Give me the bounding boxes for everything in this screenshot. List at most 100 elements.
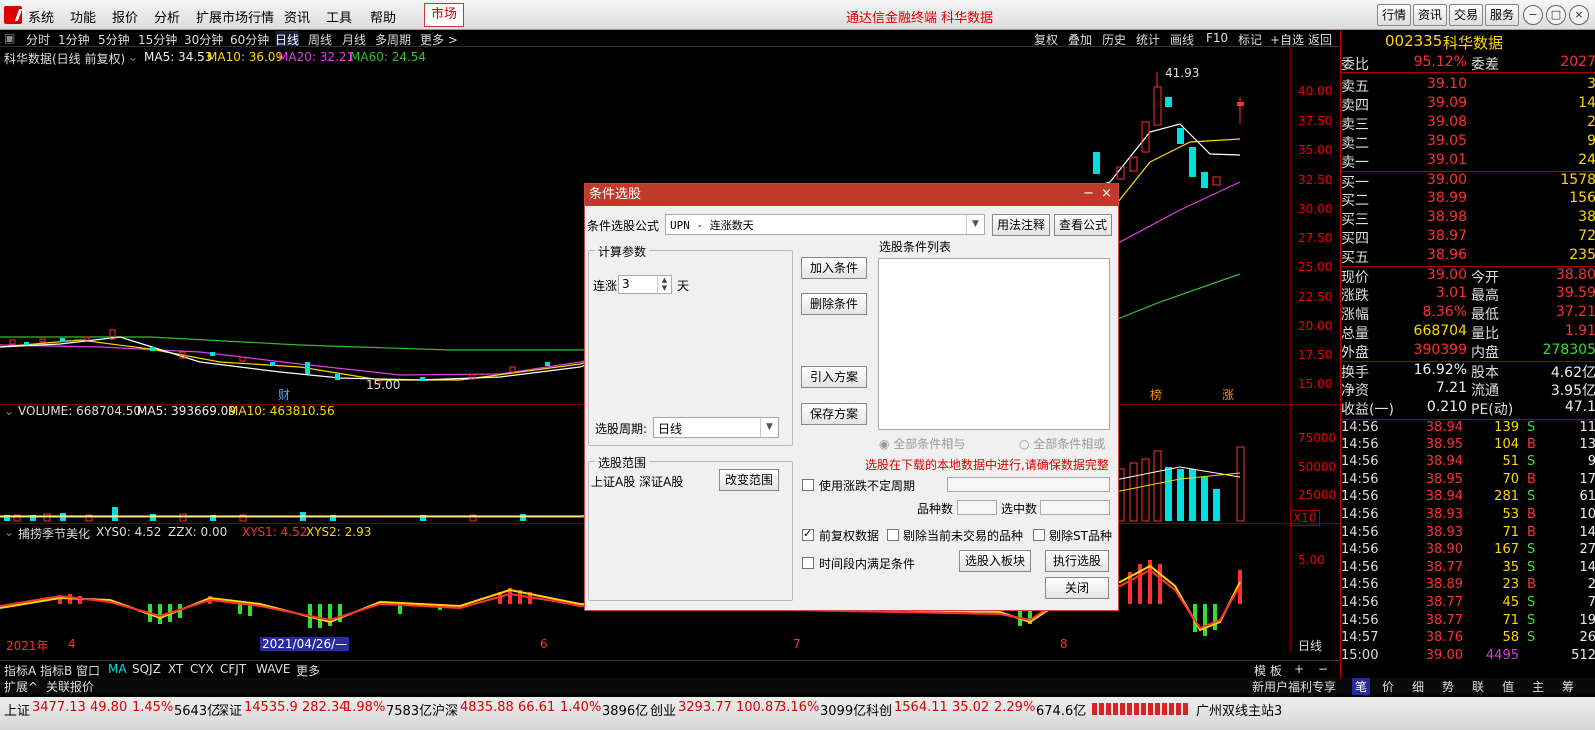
- buy-order-row[interactable]: 买二 38.99 156: [1341, 190, 1595, 209]
- tab-wave[interactable]: WAVE: [256, 662, 290, 676]
- quote-tab[interactable]: 值: [1502, 678, 1514, 695]
- add-condition-button[interactable]: 加入条件: [801, 257, 867, 279]
- buy-order-row[interactable]: 买四 38.97 72: [1341, 228, 1595, 247]
- tab-cyx[interactable]: CYX: [190, 662, 214, 676]
- tab-extend[interactable]: 扩展^: [4, 678, 38, 695]
- quote-tab[interactable]: 价: [1382, 678, 1394, 695]
- tab-indicator-a[interactable]: 指标A: [4, 662, 36, 679]
- menu-function[interactable]: 功能: [70, 7, 96, 26]
- period-range-field[interactable]: [947, 477, 1110, 492]
- radio-all-or[interactable]: ○ 全部条件相或: [1019, 435, 1105, 452]
- period-weekly[interactable]: 周线: [308, 31, 332, 48]
- sell-order-row[interactable]: 卖一 39.01 24: [1341, 152, 1595, 171]
- toolbar-back[interactable]: 返回: [1308, 31, 1332, 48]
- quote-tab[interactable]: 势: [1442, 678, 1454, 695]
- save-plan-button[interactable]: 保存方案: [801, 403, 867, 425]
- sell-order-row[interactable]: 卖三 39.08 2: [1341, 114, 1595, 133]
- quote-tab[interactable]: 联: [1472, 678, 1484, 695]
- new-user-link[interactable]: 新用户福利专享: [1252, 678, 1336, 695]
- maximize-icon[interactable]: □: [1546, 5, 1566, 25]
- menu-tools[interactable]: 工具: [326, 7, 352, 26]
- toolbar-history[interactable]: 历史: [1102, 31, 1126, 48]
- tab-sqjz[interactable]: SQJZ: [132, 662, 161, 676]
- close-icon[interactable]: ×: [1569, 5, 1589, 25]
- stepper-arrows-icon[interactable]: ▲ ▼: [657, 276, 671, 293]
- period-select[interactable]: 日线 ▼: [653, 417, 779, 438]
- indicator-options-icon[interactable]: ⌄: [4, 525, 14, 539]
- rank-marker[interactable]: 榜: [1150, 386, 1162, 403]
- execute-button[interactable]: 执行选股: [1045, 550, 1109, 572]
- quote-button[interactable]: 行情: [1377, 4, 1411, 26]
- buy-order-row[interactable]: 买五 38.96 235: [1341, 247, 1595, 266]
- exclude-checkbox[interactable]: [887, 529, 899, 541]
- info-button[interactable]: 资讯: [1413, 4, 1447, 26]
- change-range-button[interactable]: 改变范围: [719, 469, 779, 491]
- time-range-checkbox[interactable]: [802, 557, 814, 569]
- service-button[interactable]: 服务: [1485, 4, 1519, 26]
- toolbar-draw[interactable]: 画线: [1170, 31, 1194, 48]
- volume-options-icon[interactable]: ⌄: [4, 404, 14, 418]
- quote-tab[interactable]: 细: [1412, 678, 1424, 695]
- tab-more[interactable]: 更多: [296, 662, 320, 679]
- import-plan-button[interactable]: 引入方案: [801, 366, 867, 388]
- finance-marker[interactable]: 财: [278, 386, 290, 403]
- toolbar-stats[interactable]: 统计: [1136, 31, 1160, 48]
- radio-all-and[interactable]: ◉ 全部条件相与: [879, 435, 965, 452]
- tab-cfjt[interactable]: CFJT: [220, 662, 246, 676]
- period-daily[interactable]: 日线: [275, 31, 300, 48]
- fq-checkbox[interactable]: [802, 527, 814, 541]
- toolbar-overlay[interactable]: 叠加: [1068, 31, 1092, 48]
- sell-order-row[interactable]: 卖五 39.10 3: [1341, 76, 1595, 95]
- minimize-icon[interactable]: −: [1523, 5, 1543, 25]
- period-multi[interactable]: 多周期: [375, 31, 411, 48]
- panel-toggle-icon[interactable]: ▣: [4, 31, 15, 45]
- sell-order-row[interactable]: 卖四 39.09 14: [1341, 95, 1595, 114]
- template-button[interactable]: 模 板: [1254, 662, 1282, 679]
- quote-tab[interactable]: 主: [1532, 678, 1544, 695]
- date-selected[interactable]: 2021/04/26/—: [260, 637, 350, 651]
- menu-quote[interactable]: 报价: [112, 7, 138, 26]
- chevron-down-icon[interactable]: ▼: [966, 215, 984, 234]
- zoom-out-button[interactable]: −: [1318, 662, 1328, 676]
- view-formula-button[interactable]: 查看公式: [1054, 214, 1112, 236]
- period-60min[interactable]: 60分钟: [230, 31, 269, 48]
- toolbar-add-favorite[interactable]: +自选: [1270, 31, 1304, 48]
- usage-note-button[interactable]: 用法注释: [992, 214, 1050, 236]
- trade-button[interactable]: 交易: [1449, 4, 1483, 26]
- quote-tab[interactable]: 筹: [1562, 678, 1574, 695]
- delete-condition-button[interactable]: 删除条件: [801, 293, 867, 315]
- condition-list[interactable]: [878, 258, 1110, 430]
- menu-analysis[interactable]: 分析: [154, 7, 180, 26]
- dialog-close-icon[interactable]: ×: [1101, 186, 1112, 201]
- close-dialog-button[interactable]: 关闭: [1045, 577, 1109, 599]
- period-more[interactable]: 更多 >: [420, 31, 458, 48]
- dialog-minimize-icon[interactable]: −: [1083, 186, 1094, 201]
- use-period-checkbox[interactable]: [802, 479, 814, 491]
- st-checkbox[interactable]: [1033, 529, 1045, 541]
- tab-window[interactable]: 窗口: [76, 662, 100, 679]
- param-stepper[interactable]: 3 ▲ ▼: [618, 275, 672, 294]
- menu-info[interactable]: 资讯: [284, 7, 310, 26]
- toolbar-fuquan[interactable]: 复权: [1034, 31, 1058, 48]
- toolbar-f10[interactable]: F10: [1206, 31, 1228, 45]
- quote-tab[interactable]: 笔: [1352, 678, 1371, 695]
- buy-order-row[interactable]: 买三 38.98 38: [1341, 209, 1595, 228]
- limit-up-marker[interactable]: 涨: [1222, 386, 1234, 403]
- buy-order-row[interactable]: 买一 39.00 1578: [1341, 171, 1595, 191]
- menu-extended-market[interactable]: 扩展市场行情: [196, 7, 274, 26]
- tab-related-quote[interactable]: 关联报价: [46, 678, 94, 695]
- formula-select[interactable]: UPN - 连涨数天 ▼: [665, 214, 985, 235]
- tab-xt[interactable]: XT: [168, 662, 183, 676]
- to-block-button[interactable]: 选股入板块: [959, 550, 1031, 572]
- market-tab[interactable]: 市场: [424, 3, 464, 27]
- period-15min[interactable]: 15分钟: [138, 31, 177, 48]
- tab-indicator-b[interactable]: 指标B: [40, 662, 72, 679]
- period-fenshi[interactable]: 分时: [26, 31, 50, 48]
- period-5min[interactable]: 5分钟: [98, 31, 130, 48]
- period-1min[interactable]: 1分钟: [58, 31, 90, 48]
- menu-system[interactable]: 系统: [28, 7, 54, 26]
- menu-help[interactable]: 帮助: [370, 7, 396, 26]
- toolbar-mark[interactable]: 标记: [1238, 31, 1262, 48]
- tab-ma[interactable]: MA: [108, 662, 127, 676]
- period-30min[interactable]: 30分钟: [184, 31, 223, 48]
